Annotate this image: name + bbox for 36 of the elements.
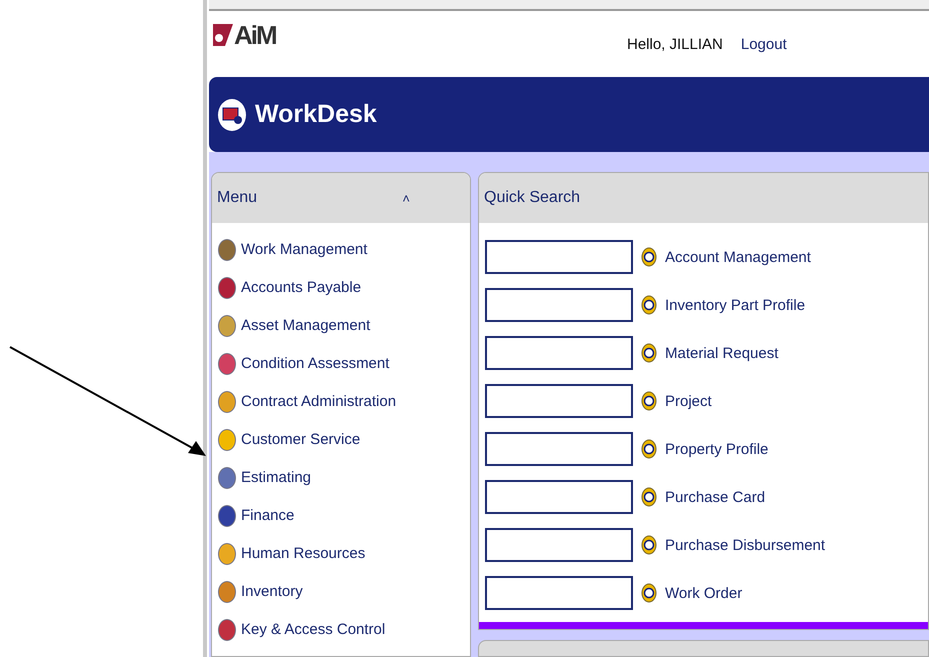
search-link[interactable]: Project bbox=[665, 392, 712, 410]
menu-title: Menu bbox=[217, 189, 258, 207]
quick-search-title: Quick Search bbox=[484, 189, 580, 207]
search-link[interactable]: Account Management bbox=[665, 248, 811, 266]
logo: AiM bbox=[213, 20, 627, 50]
search-link[interactable]: Property Profile bbox=[665, 440, 768, 458]
menu-item[interactable]: Finance bbox=[241, 507, 294, 524]
search-field[interactable] bbox=[485, 528, 633, 562]
collapse-button[interactable]: ˄ bbox=[402, 190, 410, 206]
menu-item[interactable]: Human Resources bbox=[241, 545, 366, 562]
menu-item[interactable]: Inventory bbox=[241, 583, 303, 600]
menu-item[interactable]: Key & Access Control bbox=[241, 621, 386, 638]
menu-item[interactable]: Condition Assessment bbox=[241, 355, 390, 372]
search-field[interactable] bbox=[485, 384, 633, 418]
menu-item[interactable]: Work Management bbox=[241, 241, 368, 258]
search-link[interactable]: Purchase Card bbox=[665, 488, 766, 506]
search-field[interactable] bbox=[485, 576, 633, 610]
search-link[interactable]: Purchase Disbursement bbox=[665, 536, 826, 554]
search-field[interactable] bbox=[485, 336, 633, 370]
search-field[interactable] bbox=[485, 240, 633, 274]
search-field[interactable] bbox=[485, 288, 633, 322]
logout-link[interactable]: Logout bbox=[740, 36, 787, 52]
greeting-text: Hello, JILLIAN bbox=[627, 36, 723, 52]
menu-item[interactable]: Accounts Payable bbox=[241, 279, 362, 296]
search-link[interactable]: Work Order bbox=[665, 584, 742, 602]
menu-item[interactable]: Asset Management bbox=[241, 317, 370, 334]
search-field[interactable] bbox=[485, 480, 633, 514]
search-link[interactable]: Inventory Part Profile bbox=[665, 296, 806, 314]
search-link[interactable]: Material Request bbox=[665, 344, 778, 362]
menu-item[interactable]: Customer Service bbox=[241, 431, 360, 448]
workdesk-icon bbox=[217, 98, 247, 132]
menu-item[interactable]: Estimating bbox=[241, 469, 312, 486]
menu-item[interactable]: Contract Administration bbox=[241, 393, 396, 410]
gear-logo-icon bbox=[213, 24, 233, 46]
search-field[interactable] bbox=[485, 432, 633, 466]
banner-title: WorkDesk bbox=[255, 100, 377, 129]
